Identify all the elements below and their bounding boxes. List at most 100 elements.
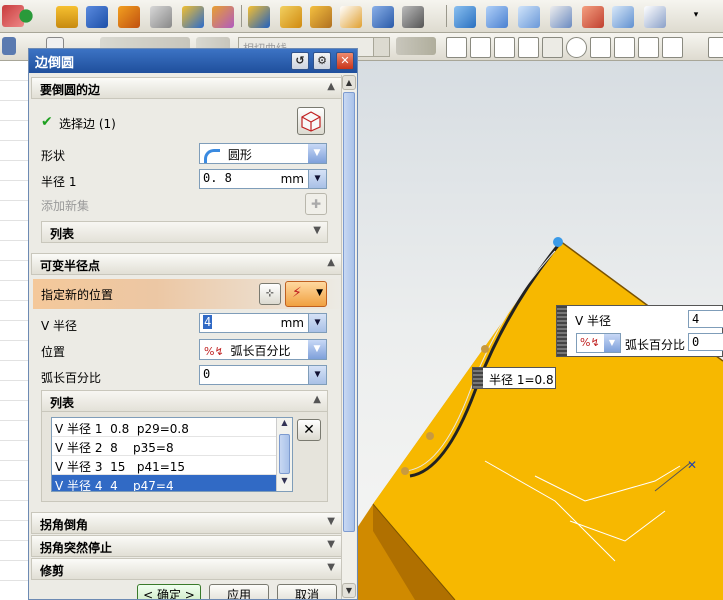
snap-intersection-button[interactable]: [614, 37, 635, 58]
surface-icon[interactable]: [454, 6, 476, 28]
expression-menu-icon[interactable]: ▼: [308, 314, 326, 332]
section-trim-header[interactable]: 修剪 ▼: [31, 558, 342, 580]
variable-radius-list[interactable]: V 半径 1 0.8 p29=0.8 V 半径 2 8 p35=8 V 半径 3…: [51, 417, 293, 492]
callout-position-select[interactable]: %↯ ▼: [576, 333, 621, 353]
section-corner-chamfer-header[interactable]: 拐角倒角 ▼: [31, 512, 342, 534]
svg-text:✕: ✕: [687, 458, 697, 472]
gear-icon[interactable]: ⚙: [313, 52, 331, 70]
chevron-up-icon: ▲: [313, 394, 321, 405]
position-label: 位置: [41, 345, 66, 359]
select-edge-label[interactable]: 选择边 (1): [59, 115, 116, 132]
cancel-button[interactable]: 取消: [277, 584, 337, 599]
list-scrollbar[interactable]: ▲ ▼: [276, 418, 292, 491]
sweep-icon[interactable]: [118, 6, 140, 28]
snap-line-button[interactable]: [494, 37, 515, 58]
cube-outline-icon: [301, 111, 321, 132]
callout-arc-percent-input[interactable]: 0: [688, 333, 723, 351]
draft-icon[interactable]: [372, 6, 394, 28]
dialog-titlebar[interactable]: 边倒圆 ↺ ⚙ ✕: [29, 49, 357, 73]
list-item[interactable]: V 半径 3 15 p41=15: [52, 456, 277, 475]
chevron-up-icon: ▲: [327, 257, 335, 268]
shape-label: 形状: [41, 149, 66, 163]
close-icon[interactable]: ✕: [336, 52, 354, 70]
list-item[interactable]: V 半径 2 8 p35=8: [52, 437, 277, 456]
snap-tangent-button[interactable]: [518, 37, 539, 58]
chevron-down-icon: ▼: [308, 340, 326, 359]
v-radius-callout[interactable]: V 半径 4 %↯ ▼ 弧长百分比 0: [556, 305, 723, 357]
filter-icon[interactable]: [2, 37, 16, 55]
callout-v-radius-label: V 半径: [575, 314, 612, 328]
snap-arc-button[interactable]: [542, 37, 563, 58]
shape-select[interactable]: 圆形 ▼: [199, 143, 327, 164]
pattern-icon[interactable]: [402, 6, 424, 28]
callout-v-radius-input[interactable]: 4: [688, 310, 723, 328]
chevron-up-icon[interactable]: ▲: [277, 418, 292, 432]
drag-handle[interactable]: [557, 306, 567, 356]
chamfer-icon[interactable]: [340, 6, 362, 28]
curve-rule-icon[interactable]: [396, 37, 436, 55]
sew-icon[interactable]: [550, 6, 572, 28]
list-item-selected[interactable]: V 半径 4 4 p47=4: [52, 475, 277, 491]
drag-handle[interactable]: [473, 368, 483, 388]
point-icon[interactable]: [14, 5, 38, 27]
block-icon[interactable]: [182, 6, 204, 28]
point-dialog-button[interactable]: ⊹: [259, 283, 281, 305]
extrude-icon[interactable]: [56, 6, 78, 28]
graphics-viewport[interactable]: ✕ V 半径 4 %↯ ▼ 弧长百分比 0 半径 1=0.8: [355, 61, 723, 600]
trim-sheet-icon[interactable]: [518, 6, 540, 28]
chevron-up-icon[interactable]: ▲: [342, 75, 356, 90]
list-scroll-thumb[interactable]: [279, 434, 290, 474]
chevron-down-icon: ▼: [316, 288, 323, 298]
v-radius-input[interactable]: 4 mm ▼: [199, 313, 327, 333]
offset-surface-icon[interactable]: [582, 6, 604, 28]
revolve-icon[interactable]: [86, 6, 108, 28]
dialog-scrollbar[interactable]: ▲ ▼: [341, 75, 356, 599]
snap-center-button[interactable]: [566, 37, 587, 58]
scroll-thumb[interactable]: [343, 92, 355, 532]
snap-face-button[interactable]: [662, 37, 683, 58]
main-toolbar: ▾: [0, 0, 723, 33]
position-select[interactable]: %↯ 弧长百分比 ▼: [199, 339, 327, 360]
list-item[interactable]: V 半径 1 0.8 p29=0.8: [52, 418, 277, 437]
snap-quadrant-button[interactable]: [590, 37, 611, 58]
arc-shape-icon: [204, 148, 220, 163]
expression-menu-icon[interactable]: ▼: [308, 366, 326, 384]
mesh-surface-icon[interactable]: [486, 6, 508, 28]
snap-midpoint-button[interactable]: [470, 37, 491, 58]
remove-point-button[interactable]: ✕: [297, 419, 321, 441]
select-edge-button[interactable]: [297, 107, 325, 135]
radius-input[interactable]: 0. 8 mm ▼: [199, 169, 327, 189]
apply-button[interactable]: 应用: [209, 584, 269, 599]
radius-tag[interactable]: 半径 1=0.8: [472, 367, 556, 389]
ruled-icon[interactable]: [612, 6, 634, 28]
variable-list-header[interactable]: 列表 ▲: [41, 390, 328, 412]
section-variable-radius-header[interactable]: 可变半径点 ▲: [31, 253, 342, 275]
chevron-down-icon[interactable]: ▾: [690, 10, 702, 24]
edges-list-header[interactable]: 列表 ▼: [41, 221, 328, 243]
face-blend-icon[interactable]: [310, 6, 332, 28]
expression-menu-icon[interactable]: ▼: [308, 170, 326, 188]
dialog-content: 要倒圆的边 ▲ ✔ 选择边 (1) 形状 圆形 ▼ 半径 1 0. 8 mm ▼…: [31, 75, 342, 599]
reset-icon[interactable]: ↺: [291, 52, 309, 70]
chevron-down-icon[interactable]: ▼: [342, 583, 356, 598]
thicken-icon[interactable]: [212, 6, 234, 28]
cube-icon[interactable]: [248, 6, 270, 28]
section-edges-header[interactable]: 要倒圆的边 ▲: [31, 77, 342, 99]
chevron-down-icon[interactable]: [373, 38, 389, 56]
add-new-set-button[interactable]: ✚: [305, 193, 327, 215]
section-corner-stop-header[interactable]: 拐角突然停止 ▼: [31, 535, 342, 557]
radius-label: 半径 1: [41, 175, 77, 189]
chevron-down-icon[interactable]: ▼: [277, 476, 292, 490]
edge-blend-icon[interactable]: [280, 6, 302, 28]
chevron-down-icon: ▼: [327, 562, 335, 573]
shell-icon[interactable]: [150, 6, 172, 28]
studio-surface-icon[interactable]: [644, 6, 666, 28]
snap-point-button[interactable]: [708, 37, 723, 58]
snap-endpoint-button[interactable]: [446, 37, 467, 58]
ok-button[interactable]: < 确定 >: [137, 584, 201, 599]
snap-curve-button[interactable]: [638, 37, 659, 58]
point-inference-button[interactable]: ⚡ ▼: [285, 281, 327, 307]
arc-percent-input[interactable]: 0 ▼: [199, 365, 327, 385]
part-navigator-strip: [0, 61, 30, 600]
arc-percent-icon: %↯: [580, 336, 600, 349]
